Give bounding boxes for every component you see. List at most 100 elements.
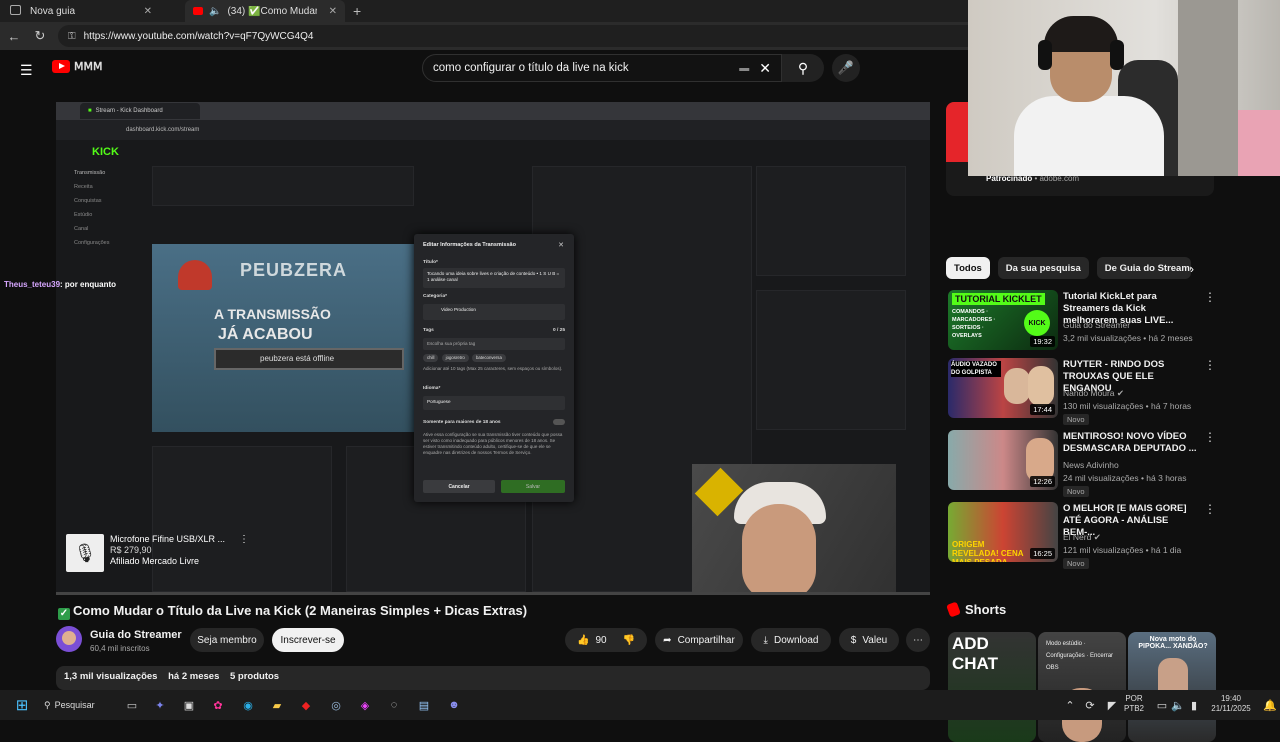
sync-icon[interactable]: ⟳ bbox=[1082, 697, 1098, 713]
subscribe-button[interactable]: Inscrever-se bbox=[272, 628, 344, 652]
short-item[interactable]: Modo estúdio · Configurações · Encerrar … bbox=[1038, 632, 1126, 742]
thumbs-down-icon[interactable]: 👎 bbox=[623, 635, 635, 646]
monitor-icon[interactable]: ▭ bbox=[1154, 697, 1170, 713]
speaker-icon[interactable]: 🔈 bbox=[209, 6, 221, 17]
close-icon[interactable]: ✕ bbox=[144, 6, 152, 17]
person-graphic bbox=[1004, 368, 1030, 404]
person-graphic bbox=[1028, 366, 1054, 406]
tab-youtube[interactable]: 🔈 (34) ✅Como Mudar o Títul ✕ bbox=[185, 0, 345, 22]
tab-label: (34) ✅Como Mudar o Títul bbox=[227, 5, 318, 17]
list-item[interactable]: ÁUDIO VAZADO DO GOLPISTA 17:44 RUYTER - … bbox=[946, 358, 1216, 425]
steam-icon[interactable]: ◎ bbox=[328, 697, 344, 713]
kick-logo: KICK bbox=[92, 146, 119, 158]
nvidia-icon[interactable]: ◤ bbox=[1104, 697, 1120, 713]
short-item[interactable]: Nova moto do PIPOKA... XANDÃO? bbox=[1128, 632, 1216, 742]
view-count: 1,3 mil visualizações bbox=[64, 671, 158, 682]
chevron-up-icon[interactable]: ⌃ bbox=[1062, 697, 1078, 713]
rec-channel[interactable]: Guia do Streamer bbox=[1063, 320, 1130, 330]
offline-channel-title: PEUBZERA bbox=[240, 260, 348, 280]
chip-all[interactable]: Todos bbox=[946, 257, 990, 279]
more-vert-icon[interactable]: ⋮ bbox=[1204, 430, 1216, 444]
join-button[interactable]: Seja membro bbox=[190, 628, 264, 652]
share-button[interactable]: ➦ Compartilhar bbox=[655, 628, 743, 652]
thumbs-up-icon[interactable]: 👍 bbox=[577, 635, 589, 646]
taskbar-search[interactable]: ⚲ Pesquisar bbox=[44, 694, 110, 716]
app-icon[interactable]: ◆ bbox=[298, 697, 314, 713]
notification-icon[interactable]: 🔔 bbox=[1262, 697, 1278, 713]
keyboard-icon[interactable]: ▬ bbox=[739, 63, 749, 74]
video-thumbnail[interactable]: 12:26 bbox=[948, 430, 1058, 490]
back-icon[interactable]: ← bbox=[6, 29, 22, 44]
voice-search-button[interactable]: 🎤 bbox=[832, 54, 860, 82]
rec-channel[interactable]: Nando Moura ✔ bbox=[1063, 388, 1124, 399]
new-tab-button[interactable]: + bbox=[353, 3, 361, 19]
more-vert-icon[interactable]: ⋮ bbox=[1204, 290, 1216, 304]
tab-new[interactable]: Nova guia ✕ bbox=[0, 0, 160, 22]
rec-title[interactable]: MENTIROSO! NOVO VÍDEO DESMASCARA DEPUTAD… bbox=[1063, 431, 1201, 455]
tag-chip: bateconversa bbox=[472, 354, 506, 362]
short-item[interactable]: ADD CHAT bbox=[948, 632, 1036, 742]
obs-icon[interactable]: ◌ bbox=[386, 697, 402, 713]
app-icon[interactable]: ◈ bbox=[357, 697, 373, 713]
thanks-button[interactable]: $ Valeu bbox=[839, 628, 899, 652]
title-label: Título* bbox=[423, 260, 438, 265]
store-icon[interactable]: ▣ bbox=[181, 697, 197, 713]
list-item[interactable]: TUTORIAL KICKLET COMANDOS · MARCADORES ·… bbox=[946, 290, 1216, 352]
new-tab-icon bbox=[10, 5, 21, 15]
chip-from-channel[interactable]: De Guia do Streamer bbox=[1096, 257, 1191, 279]
streamer-face bbox=[742, 504, 816, 592]
sidenav-item: Configurações bbox=[74, 240, 110, 246]
recorded-tab: ■ Stream - Kick Dashboard bbox=[80, 103, 200, 119]
offline-badge-text: peubzera está offline bbox=[260, 354, 335, 363]
new-badge: Novo bbox=[1063, 414, 1089, 425]
more-vert-icon[interactable]: ⋮ bbox=[239, 534, 249, 578]
sidenav-item: Transmissão bbox=[74, 170, 106, 176]
menu-icon[interactable]: ☰ bbox=[20, 62, 33, 79]
search-icon: ⚲ bbox=[44, 699, 51, 710]
chevron-right-icon[interactable]: › bbox=[1190, 262, 1194, 276]
chip-from-search[interactable]: Da sua pesquisa bbox=[997, 257, 1089, 279]
download-button-label: Download bbox=[773, 634, 819, 646]
youtube-logo[interactable]: ⅯⅯⅯ bbox=[52, 60, 102, 73]
clock[interactable]: 19:40 21/11/2025 bbox=[1206, 694, 1256, 714]
rec-channel[interactable]: El Nerd ✔ bbox=[1063, 532, 1101, 543]
language-indicator[interactable]: POR PTB2 bbox=[1124, 694, 1144, 714]
more-vert-icon[interactable]: ⋮ bbox=[1204, 358, 1216, 372]
clear-search-icon[interactable]: ✕ bbox=[759, 60, 771, 77]
search-button[interactable]: ⚲ bbox=[782, 54, 824, 82]
rec-channel[interactable]: News Adivinho bbox=[1063, 460, 1119, 470]
avatar[interactable] bbox=[56, 626, 82, 652]
more-vert-icon[interactable]: ⋮ bbox=[1204, 502, 1216, 516]
teams-icon[interactable]: ✦ bbox=[152, 697, 168, 713]
more-actions-button[interactable]: ⋯ bbox=[906, 628, 930, 652]
video-progress-bar[interactable] bbox=[56, 592, 930, 595]
close-icon[interactable]: ✕ bbox=[329, 6, 337, 17]
like-dislike-button[interactable]: 👍 90 👎 bbox=[565, 628, 647, 652]
url-field[interactable]: ⚿ https://www.youtube.com/watch?v=qF7QyW… bbox=[58, 25, 978, 47]
video-player[interactable]: ■ Stream - Kick Dashboard dashboard.kick… bbox=[56, 102, 930, 592]
file-explorer-icon[interactable]: ▰ bbox=[269, 697, 285, 713]
duration-badge: 16:25 bbox=[1030, 548, 1055, 559]
site-info-icon[interactable]: ⚿ bbox=[68, 31, 76, 42]
description-box[interactable]: 1,3 mil visualizações há 2 meses 5 produ… bbox=[56, 666, 930, 690]
copilot-icon[interactable]: ✿ bbox=[210, 697, 226, 713]
webcam-pillow bbox=[1238, 110, 1280, 176]
list-item[interactable]: 12:26 MENTIROSO! NOVO VÍDEO DESMASCARA D… bbox=[946, 430, 1216, 497]
speaker-icon[interactable]: 🔈 bbox=[1170, 697, 1186, 713]
reload-icon[interactable]: ↻ bbox=[32, 28, 48, 44]
windows-start-icon[interactable]: ⊞ bbox=[14, 697, 30, 714]
video-thumbnail[interactable]: TUTORIAL KICKLET COMANDOS · MARCADORES ·… bbox=[948, 290, 1058, 350]
task-view-icon[interactable]: ▭ bbox=[124, 697, 140, 713]
search-input[interactable]: como configurar o título da live na kick… bbox=[422, 54, 782, 82]
download-button[interactable]: ⤓ Download bbox=[751, 628, 831, 652]
discord-icon[interactable]: ☻ bbox=[446, 697, 462, 713]
video-thumbnail[interactable]: ORIGEM REVELADA! CENA MAIS PESADA 16:25 bbox=[948, 502, 1058, 562]
product-card[interactable]: 🎙 Microfone Fifine USB/XLR ... R$ 279,90… bbox=[66, 534, 266, 578]
battery-icon[interactable]: ▮ bbox=[1186, 697, 1202, 713]
video-thumbnail[interactable]: ÁUDIO VAZADO DO GOLPISTA 17:44 bbox=[948, 358, 1058, 418]
list-item[interactable]: ORIGEM REVELADA! CENA MAIS PESADA 16:25 … bbox=[946, 502, 1216, 569]
channel-name[interactable]: Guia do Streamer bbox=[90, 629, 182, 641]
more-horiz-icon: ⋯ bbox=[913, 634, 923, 646]
edge-icon[interactable]: ◉ bbox=[240, 697, 256, 713]
notepad-icon[interactable]: ▤ bbox=[416, 697, 432, 713]
